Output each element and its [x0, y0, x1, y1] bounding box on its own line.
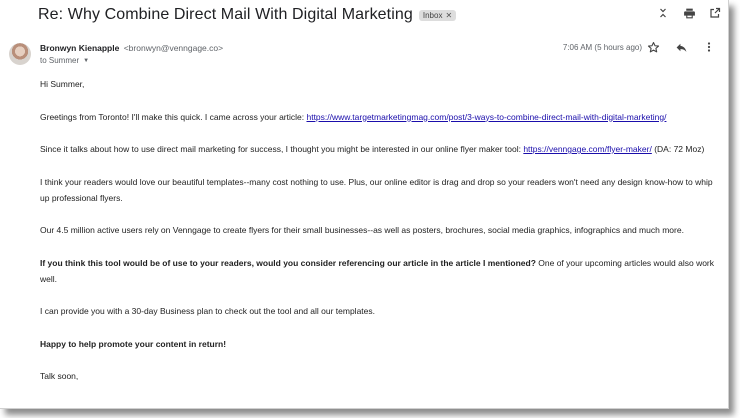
reply-icon[interactable] — [674, 40, 688, 54]
paragraph-tool-text: Since it talks about how to use direct m… — [40, 144, 524, 154]
recipients-text: to Summer — [40, 56, 80, 65]
paragraph-tool-tail: (DA: 72 Moz) — [651, 144, 705, 154]
more-vert-icon[interactable] — [702, 40, 716, 54]
sign-off: Talk soon, — [40, 371, 79, 381]
recipients-row: to Summer ▼ — [40, 56, 89, 65]
paragraph-promote: Happy to help promote your content in re… — [40, 336, 720, 352]
paragraph-ask-bold: If you think this tool would be of use t… — [40, 257, 536, 268]
show-details-icon[interactable]: ▼ — [83, 58, 89, 64]
top-toolbar — [656, 6, 722, 20]
email-window: Re: Why Combine Direct Mail With Digital… — [0, 0, 729, 409]
paragraph-intro-text: Greetings from Toronto! I'll make this q… — [40, 111, 307, 122]
sender-row: Bronwyn Kienapple <bronwyn@venngage.co> — [40, 43, 223, 53]
email-body: Hi Summer, Greetings from Toronto! I'll … — [40, 76, 720, 401]
sender-email: <bronwyn@venngage.co> — [123, 43, 224, 53]
remove-label-icon[interactable]: ✕ — [445, 11, 452, 20]
sender-name[interactable]: Bronwyn Kienapple — [40, 43, 119, 53]
greeting: Hi Summer, — [40, 79, 85, 89]
paragraph-tool: Since it talks about how to use direct m… — [40, 141, 720, 157]
inbox-label-chip[interactable]: Inbox ✕ — [418, 9, 457, 21]
email-timestamp: 7:06 AM (5 hours ago) — [562, 43, 642, 52]
paragraph-promote-bold: Happy to help promote your content in re… — [40, 338, 227, 349]
email-subject: Re: Why Combine Direct Mail With Digital… — [38, 6, 413, 23]
paragraph-templates: I think your readers would love our beau… — [40, 176, 713, 203]
unfold-less-icon[interactable] — [656, 6, 670, 20]
print-icon[interactable] — [682, 6, 696, 20]
paragraph-users: Our 4.5 million active users rely on Ven… — [40, 225, 684, 235]
message-actions — [646, 40, 716, 54]
paragraph-ask: If you think this tool would be of use t… — [40, 255, 720, 287]
inbox-label-text: Inbox — [422, 10, 443, 20]
star-icon[interactable] — [646, 40, 660, 54]
article-link[interactable]: https://www.targetmarketingmag.com/post/… — [306, 112, 666, 122]
open-in-new-icon[interactable] — [708, 6, 722, 20]
sender-avatar[interactable] — [9, 43, 31, 65]
subject-row: Re: Why Combine Direct Mail With Digital… — [38, 4, 457, 26]
paragraph-intro: Greetings from Toronto! I'll make this q… — [40, 109, 720, 125]
flyer-maker-link[interactable]: https://venngage.com/flyer-maker/ — [523, 144, 652, 154]
paragraph-offer: I can provide you with a 30-day Business… — [40, 306, 376, 316]
